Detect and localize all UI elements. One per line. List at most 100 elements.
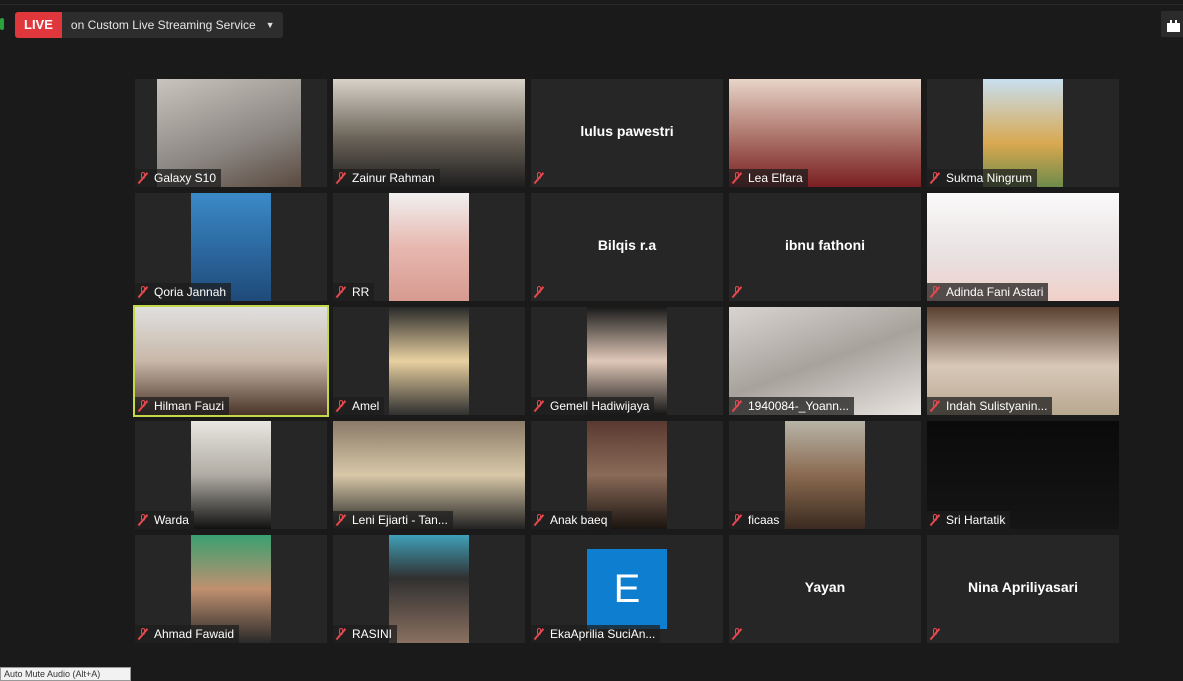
stream-service-label: on Custom Live Streaming Service [70, 18, 256, 32]
participant-label: RASINI [333, 625, 398, 643]
live-badge: LIVE [15, 12, 62, 38]
participant-label: EkaAprilia SuciAn... [531, 625, 661, 643]
participant-tile[interactable]: Sukma Ningrum [927, 79, 1119, 187]
participant-label: Galaxy S10 [135, 169, 222, 187]
muted-mic-icon [336, 514, 346, 526]
participant-label: Indah Sulistyanin... [927, 397, 1053, 415]
participant-video [389, 535, 469, 643]
participant-tile[interactable]: Adinda Fani Astari [927, 193, 1119, 301]
muted-mic-icon [534, 286, 544, 298]
participant-label: ficaas [729, 511, 785, 529]
chevron-down-icon[interactable]: ▼ [266, 12, 283, 38]
muted-mic-icon [930, 628, 940, 640]
participant-tile[interactable]: RR [333, 193, 525, 301]
participant-label: RR [333, 283, 375, 301]
participant-name: RASINI [352, 627, 393, 641]
participant-label [729, 625, 753, 643]
participant-video [191, 421, 271, 529]
muted-mic-icon [138, 628, 148, 640]
participant-tile[interactable]: Gemell Hadiwijaya [531, 307, 723, 415]
participant-name: Sukma Ningrum [946, 171, 1033, 185]
participant-tile[interactable]: Qoria Jannah [135, 193, 327, 301]
participant-tile[interactable]: Sri Hartatik [927, 421, 1119, 529]
participant-name-center: Yayan [804, 579, 846, 595]
muted-mic-icon [732, 400, 742, 412]
participant-label: 1940084-_Yoann... [729, 397, 854, 415]
participant-name: 1940084-_Yoann... [748, 399, 849, 413]
muted-mic-icon [534, 400, 544, 412]
participant-tile[interactable]: ibnu fathoni [729, 193, 921, 301]
participant-tile[interactable]: Lea Elfara [729, 79, 921, 187]
participant-label: Sri Hartatik [927, 511, 1011, 529]
participant-video [785, 421, 865, 529]
participant-label: Qoria Jannah [135, 283, 232, 301]
participant-name: Warda [154, 513, 189, 527]
participant-name: Lea Elfara [748, 171, 803, 185]
participant-video [389, 193, 469, 301]
participant-name: ficaas [748, 513, 780, 527]
tooltip: Auto Mute Audio (Alt+A) [0, 667, 131, 681]
participant-name: Ahmad Fawaid [154, 627, 235, 641]
participant-name: Gemell Hadiwijaya [550, 399, 650, 413]
participant-tile[interactable]: Yayan [729, 535, 921, 643]
muted-mic-icon [930, 172, 940, 184]
muted-mic-icon [336, 286, 346, 298]
participant-name: Amel [352, 399, 380, 413]
muted-mic-icon [138, 172, 148, 184]
participant-video [389, 307, 469, 415]
muted-mic-icon [138, 514, 148, 526]
participant-name: Sri Hartatik [946, 513, 1006, 527]
participant-tile[interactable]: Hilman Fauzi [133, 305, 329, 417]
participant-tile[interactable]: Warda [135, 421, 327, 529]
participant-tile[interactable]: Ahmad Fawaid [135, 535, 327, 643]
participant-name: Hilman Fauzi [154, 399, 225, 413]
live-stream-indicator[interactable]: LIVE on Custom Live Streaming Service ▼ [15, 12, 283, 38]
muted-mic-icon [732, 172, 742, 184]
muted-mic-icon [534, 172, 544, 184]
participant-tile[interactable]: Amel [333, 307, 525, 415]
muted-mic-icon [336, 400, 346, 412]
participant-tile[interactable]: ficaas [729, 421, 921, 529]
participant-label [729, 283, 753, 301]
participant-name: Anak baeq [550, 513, 608, 527]
participant-label: Amel [333, 397, 385, 415]
participant-tile[interactable]: lulus pawestri [531, 79, 723, 187]
participant-tile[interactable]: RASINI [333, 535, 525, 643]
view-icon [1167, 20, 1180, 32]
participant-tile[interactable]: Galaxy S10 [135, 79, 327, 187]
participant-tile[interactable]: 1940084-_Yoann... [729, 307, 921, 415]
participant-tile[interactable]: Nina Apriliyasari [927, 535, 1119, 643]
muted-mic-icon [732, 286, 742, 298]
participant-name: EkaAprilia SuciAn... [550, 627, 656, 641]
participant-tile[interactable]: Indah Sulistyanin... [927, 307, 1119, 415]
muted-mic-icon [534, 628, 544, 640]
muted-mic-icon [138, 286, 148, 298]
participant-tile[interactable]: E EkaAprilia SuciAn... [531, 535, 723, 643]
participant-label: Sukma Ningrum [927, 169, 1038, 187]
muted-mic-icon [138, 400, 148, 412]
participant-name-center: Nina Apriliyasari [968, 579, 1078, 595]
participant-label [531, 169, 555, 187]
muted-mic-icon [930, 286, 940, 298]
participant-name: Galaxy S10 [154, 171, 217, 185]
participant-label: Ahmad Fawaid [135, 625, 240, 643]
participant-tile[interactable]: Bilqis r.a [531, 193, 723, 301]
participant-name-center: lulus pawestri [580, 123, 674, 139]
muted-mic-icon [732, 628, 742, 640]
participant-tile[interactable]: Leni Ejiarti - Tan... [333, 421, 525, 529]
security-indicator-icon [0, 18, 4, 30]
participant-name: Indah Sulistyanin... [946, 399, 1048, 413]
participant-label: Anak baeq [531, 511, 613, 529]
muted-mic-icon [732, 514, 742, 526]
participant-avatar: E [587, 549, 667, 629]
participant-tile[interactable]: Anak baeq [531, 421, 723, 529]
participant-label: Warda [135, 511, 194, 529]
gallery-view-button[interactable] [1161, 11, 1183, 37]
muted-mic-icon [930, 514, 940, 526]
participant-label: Zainur Rahman [333, 169, 440, 187]
participant-name: Qoria Jannah [154, 285, 227, 299]
participant-tile[interactable]: Zainur Rahman [333, 79, 525, 187]
participant-label: Adinda Fani Astari [927, 283, 1049, 301]
participant-name-center: Bilqis r.a [597, 237, 657, 253]
participant-name: Zainur Rahman [352, 171, 435, 185]
